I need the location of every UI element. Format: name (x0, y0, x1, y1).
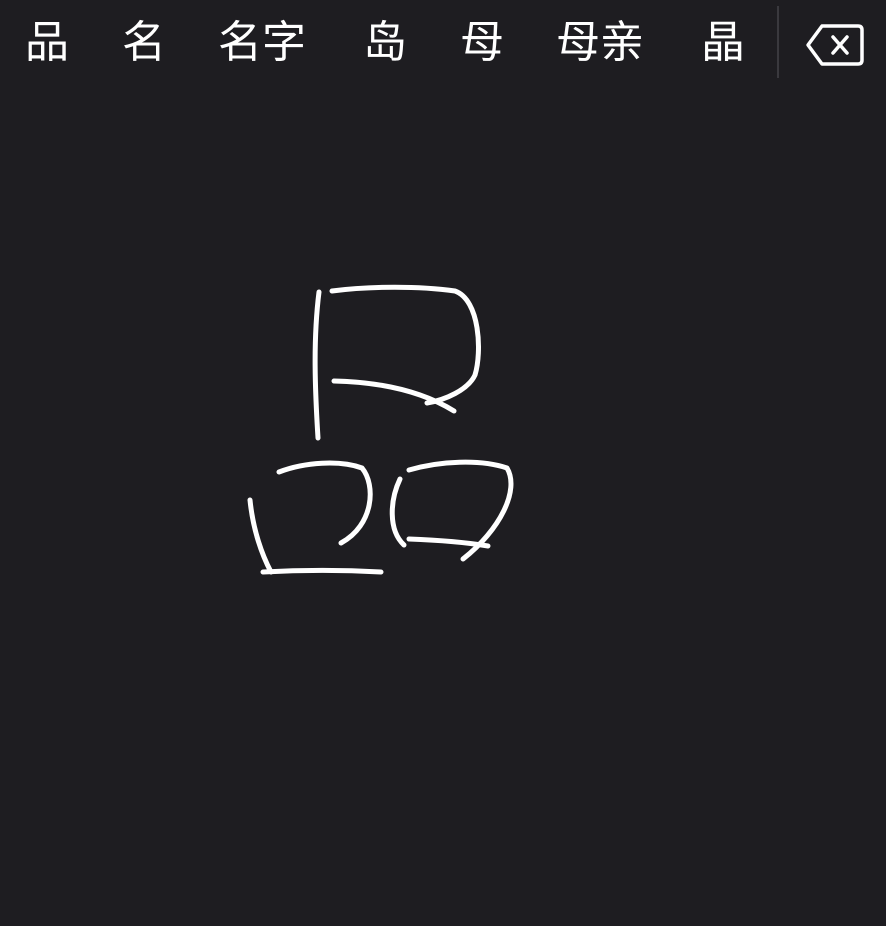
handwriting-stroke (247, 497, 274, 575)
handwriting-stroke (406, 536, 491, 549)
candidate-mu[interactable]: 母 (460, 10, 504, 76)
handwriting-stroke (389, 476, 407, 548)
handwriting-stroke (260, 568, 384, 575)
candidate-jing[interactable]: 晶 (701, 10, 745, 76)
candidate-pin[interactable]: 品 (25, 10, 69, 76)
delete-button[interactable] (800, 14, 870, 76)
handwriting-strokes (247, 284, 514, 575)
candidate-mingzi[interactable]: 名字 (218, 10, 306, 76)
handwriting-stroke (312, 289, 322, 441)
candidate-muqin[interactable]: 母亲 (556, 10, 644, 76)
handwriting-stroke (276, 460, 373, 546)
handwriting-stroke (329, 284, 481, 406)
handwriting-stroke (331, 378, 457, 414)
backspace-icon (806, 24, 864, 66)
candidate-ming[interactable]: 名 (122, 10, 166, 76)
handwriting-canvas[interactable] (0, 90, 886, 926)
candidate-divider (777, 6, 779, 78)
candidate-bar: 品 名 名字 岛 母 母亲 晶 (0, 0, 886, 90)
candidate-dao[interactable]: 岛 (363, 10, 407, 76)
